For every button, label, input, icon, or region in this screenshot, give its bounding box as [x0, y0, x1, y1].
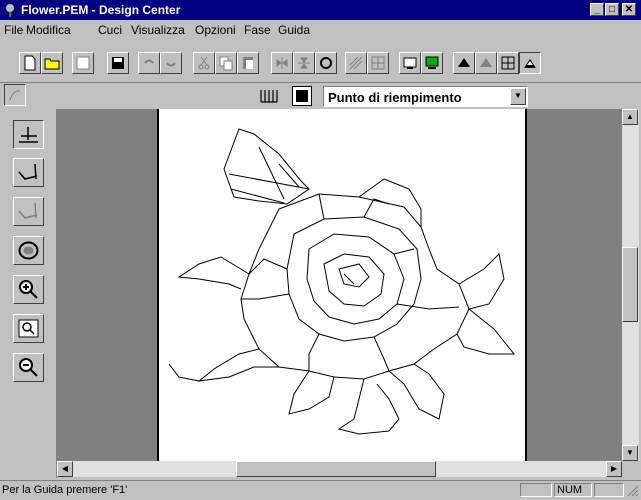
stitch-pattern-button[interactable] [345, 52, 367, 74]
scroll-down-button[interactable]: ▼ [622, 445, 638, 461]
menu-visualizza[interactable]: Visualizza [131, 23, 185, 37]
mask-icon [524, 59, 536, 68]
zoom-in-icon [19, 280, 38, 299]
fill-pattern-button[interactable] [367, 52, 389, 74]
stitch-type-value: Punto di riempimento [328, 90, 462, 105]
scroll-left-button[interactable]: ◀ [57, 461, 73, 477]
main-toolbar [0, 52, 641, 79]
maximize-button[interactable]: □ [605, 3, 619, 16]
monitor-button[interactable] [421, 52, 443, 74]
sew-button[interactable] [453, 52, 475, 74]
chevron-down-icon[interactable]: ▼ [510, 88, 526, 105]
thread-color-swatch[interactable] [292, 86, 312, 106]
import-button[interactable] [72, 52, 94, 74]
title-bar: Flower.PEM - Design Center _ □ ✕ [0, 0, 641, 20]
flip-button[interactable] [271, 52, 293, 74]
line-tool-icon [19, 127, 38, 143]
status-bar: Per la Guida premere 'F1' NUM [0, 480, 641, 498]
open-button[interactable] [41, 52, 63, 74]
redo-button[interactable] [160, 52, 182, 74]
stitch-direction-icon[interactable] [258, 86, 280, 106]
app-icon [6, 4, 14, 17]
grid-button[interactable] [497, 52, 519, 74]
line-mode-icon [9, 90, 21, 101]
region-tool-button[interactable] [13, 236, 44, 265]
menu-modifica[interactable]: Modifica [26, 23, 71, 37]
rotate-icon [320, 57, 332, 69]
zoom-sew-icon [480, 58, 492, 67]
horizontal-scrollbar[interactable]: ◀ ▶ [57, 461, 622, 477]
region-tool-icon [18, 241, 39, 260]
cut-button[interactable] [193, 52, 215, 74]
line-tool-button[interactable] [13, 120, 44, 149]
stitch-type-select[interactable]: Punto di riempimento ▼ [323, 86, 528, 107]
sew-icon [458, 58, 470, 67]
rose-outline-drawing [168, 128, 516, 435]
menu-guida[interactable]: Guida [278, 23, 310, 37]
copy-icon [219, 56, 233, 71]
zoom-in-button[interactable] [13, 275, 44, 304]
close-button[interactable]: ✕ [622, 3, 636, 16]
design-canvas[interactable] [157, 109, 527, 461]
status-panel-empty [520, 483, 552, 497]
zoom-out-icon [19, 358, 38, 377]
preview-icon [403, 57, 417, 69]
undo-button[interactable] [138, 52, 160, 74]
window-title: Flower.PEM - Design Center [21, 3, 181, 17]
zoom-fit-icon [18, 319, 39, 338]
menu-fase[interactable]: Fase [244, 23, 271, 37]
scroll-corner [622, 461, 639, 477]
minimize-button[interactable]: _ [590, 3, 604, 16]
mirror-icon [298, 57, 310, 69]
status-help-text: Per la Guida premere 'F1' [2, 484, 128, 496]
status-num-indicator: NUM [554, 483, 592, 497]
menu-file[interactable]: File [4, 23, 23, 37]
zoom-out-button[interactable] [13, 353, 44, 382]
zoom-sew-button[interactable] [475, 52, 497, 74]
save-button[interactable] [107, 52, 129, 74]
status-panel-scroll [594, 483, 624, 497]
save-icon [112, 57, 124, 69]
vertical-scrollbar[interactable]: ▲ ▼ [622, 109, 639, 461]
scroll-up-button[interactable]: ▲ [622, 109, 638, 125]
design-workspace[interactable] [57, 109, 622, 461]
curve-tool-icon [18, 163, 38, 180]
new-icon [24, 55, 36, 71]
stitch-pattern-icon [349, 56, 363, 70]
rotate-button[interactable] [315, 52, 337, 74]
flip-icon [276, 57, 288, 69]
cut-icon [198, 56, 210, 70]
import-icon [76, 56, 90, 70]
fill-pattern-icon [371, 56, 385, 70]
mirror-button[interactable] [293, 52, 315, 74]
redo-icon [166, 62, 176, 67]
scroll-right-button[interactable]: ▶ [606, 461, 622, 477]
line-mode-button[interactable] [4, 84, 26, 106]
undo-icon [144, 59, 154, 64]
menu-bar: File Modifica Cuci Visualizza Opzioni Fa… [0, 20, 641, 39]
paste-button[interactable] [237, 52, 259, 74]
vertical-scroll-thumb[interactable] [622, 247, 638, 322]
tool-panel [0, 109, 57, 478]
curve-alt-tool-icon [18, 202, 38, 219]
curve-tool-button[interactable] [13, 158, 44, 187]
paste-icon [243, 57, 253, 69]
horizontal-scroll-thumb[interactable] [236, 461, 436, 477]
attribute-bar: Punto di riempimento ▼ [0, 82, 641, 109]
open-icon [44, 58, 60, 70]
preview-button[interactable] [399, 52, 421, 74]
mask-button[interactable] [519, 52, 541, 74]
new-button[interactable] [19, 52, 41, 74]
copy-button[interactable] [215, 52, 237, 74]
menu-opzioni[interactable]: Opzioni [195, 23, 236, 37]
resize-grip-icon[interactable] [626, 484, 639, 497]
monitor-icon [425, 56, 439, 69]
curve-alt-tool-button[interactable] [13, 197, 44, 226]
grid-icon [501, 56, 515, 70]
menu-cuci[interactable]: Cuci [98, 23, 122, 37]
zoom-fit-button[interactable] [13, 314, 44, 343]
